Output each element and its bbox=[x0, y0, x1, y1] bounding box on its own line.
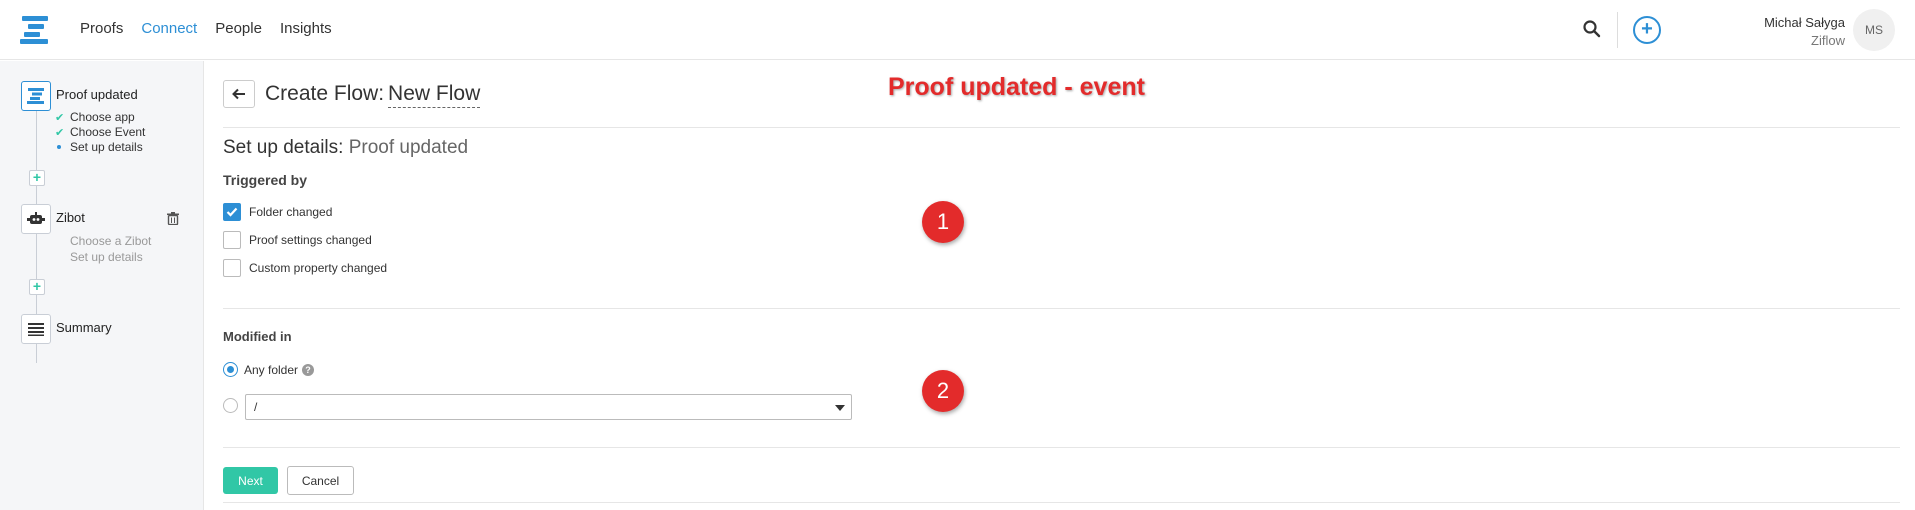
custom-property-changed-checkbox[interactable] bbox=[223, 259, 241, 277]
flow-steps-sidebar: Proof updated ✔ Choose app ✔ Choose Even… bbox=[0, 61, 204, 510]
step-sub-choose-event[interactable]: Choose Event bbox=[70, 125, 145, 139]
ziflow-logo-icon[interactable] bbox=[20, 15, 50, 44]
page-title-prefix: Create Flow: bbox=[265, 82, 385, 105]
user-org: Ziflow bbox=[1811, 33, 1845, 48]
next-button[interactable]: Next bbox=[223, 467, 278, 494]
annotation-title: Proof updated - event bbox=[888, 73, 1145, 101]
search-icon[interactable] bbox=[1582, 19, 1602, 39]
option-proof-settings-changed[interactable]: Proof settings changed bbox=[223, 231, 372, 249]
folder-changed-label: Folder changed bbox=[249, 205, 333, 219]
custom-property-changed-label: Custom property changed bbox=[249, 261, 388, 275]
flow-name-editable[interactable]: New Flow bbox=[388, 82, 481, 108]
any-folder-radio[interactable] bbox=[223, 362, 238, 377]
nav-people[interactable]: People bbox=[215, 20, 262, 37]
nav-connect[interactable]: Connect bbox=[141, 20, 197, 37]
folder-select[interactable]: / bbox=[245, 394, 852, 420]
back-button[interactable] bbox=[223, 80, 255, 108]
modified-in-label: Modified in bbox=[223, 329, 292, 344]
step-zibot-icon[interactable] bbox=[21, 204, 51, 234]
caret-down-icon bbox=[835, 405, 845, 411]
option-folder-changed[interactable]: Folder changed bbox=[223, 203, 332, 221]
folder-changed-checkbox[interactable] bbox=[223, 203, 241, 221]
user-name: Michał Sałyga bbox=[1764, 15, 1845, 30]
folder-select-value: / bbox=[254, 400, 258, 414]
divider bbox=[223, 127, 1900, 128]
nav-proofs[interactable]: Proofs bbox=[80, 20, 123, 37]
add-step-button[interactable]: + bbox=[29, 279, 45, 295]
top-nav-bar: Proofs Connect People Insights + Michał … bbox=[0, 0, 1915, 60]
page-title: Create Flow: New Flow bbox=[265, 82, 481, 108]
step-sub-choose-zibot[interactable]: Choose a Zibot bbox=[70, 234, 151, 248]
divider bbox=[223, 447, 1900, 448]
option-custom-property-changed[interactable]: Custom property changed bbox=[223, 259, 387, 277]
step-sub-set-up-details[interactable]: Set up details bbox=[70, 140, 143, 154]
step-proof-updated-title[interactable]: Proof updated bbox=[56, 87, 138, 102]
current-step-dot-icon bbox=[57, 145, 61, 149]
add-step-button[interactable]: + bbox=[29, 170, 45, 186]
option-any-folder[interactable]: Any folder ? bbox=[223, 362, 315, 377]
check-icon: ✔ bbox=[55, 112, 65, 124]
trash-icon[interactable] bbox=[167, 212, 179, 225]
avatar[interactable]: MS bbox=[1853, 9, 1895, 51]
step-summary-icon[interactable] bbox=[21, 314, 51, 344]
divider bbox=[223, 308, 1900, 309]
option-specific-folder[interactable] bbox=[223, 398, 244, 413]
specific-folder-radio[interactable] bbox=[223, 398, 238, 413]
ziflow-logo-icon bbox=[27, 88, 44, 104]
any-folder-label: Any folder bbox=[244, 362, 299, 377]
cancel-button[interactable]: Cancel bbox=[287, 466, 354, 495]
section-title: Set up details: Proof updated bbox=[223, 137, 468, 159]
nav-insights[interactable]: Insights bbox=[280, 20, 332, 37]
section-title-prefix: Set up details: bbox=[223, 137, 344, 158]
step-proof-updated-icon[interactable] bbox=[21, 81, 51, 111]
step-summary-title[interactable]: Summary bbox=[56, 320, 112, 335]
user-menu[interactable]: Michał Sałyga Ziflow bbox=[1764, 14, 1845, 50]
main-nav: Proofs Connect People Insights bbox=[80, 20, 332, 37]
step-sub-choose-app[interactable]: Choose app bbox=[70, 110, 135, 124]
create-new-button[interactable]: + bbox=[1633, 16, 1661, 44]
divider bbox=[223, 502, 1900, 503]
annotation-badge-2: 2 bbox=[922, 370, 964, 412]
help-icon[interactable]: ? bbox=[302, 363, 315, 376]
annotation-badge-1: 1 bbox=[922, 201, 964, 243]
step-sub-zibot-set-up-details[interactable]: Set up details bbox=[70, 250, 143, 264]
list-icon bbox=[28, 323, 44, 336]
checkmark-icon bbox=[226, 207, 238, 217]
nav-divider bbox=[1617, 12, 1618, 48]
proof-settings-changed-checkbox[interactable] bbox=[223, 231, 241, 249]
proof-settings-changed-label: Proof settings changed bbox=[249, 233, 372, 247]
check-icon: ✔ bbox=[55, 127, 65, 139]
step-zibot-title[interactable]: Zibot bbox=[56, 210, 85, 225]
triggered-by-label: Triggered by bbox=[223, 172, 308, 188]
section-title-event: Proof updated bbox=[348, 137, 469, 158]
robot-icon bbox=[27, 212, 45, 224]
arrow-left-icon bbox=[232, 88, 245, 100]
